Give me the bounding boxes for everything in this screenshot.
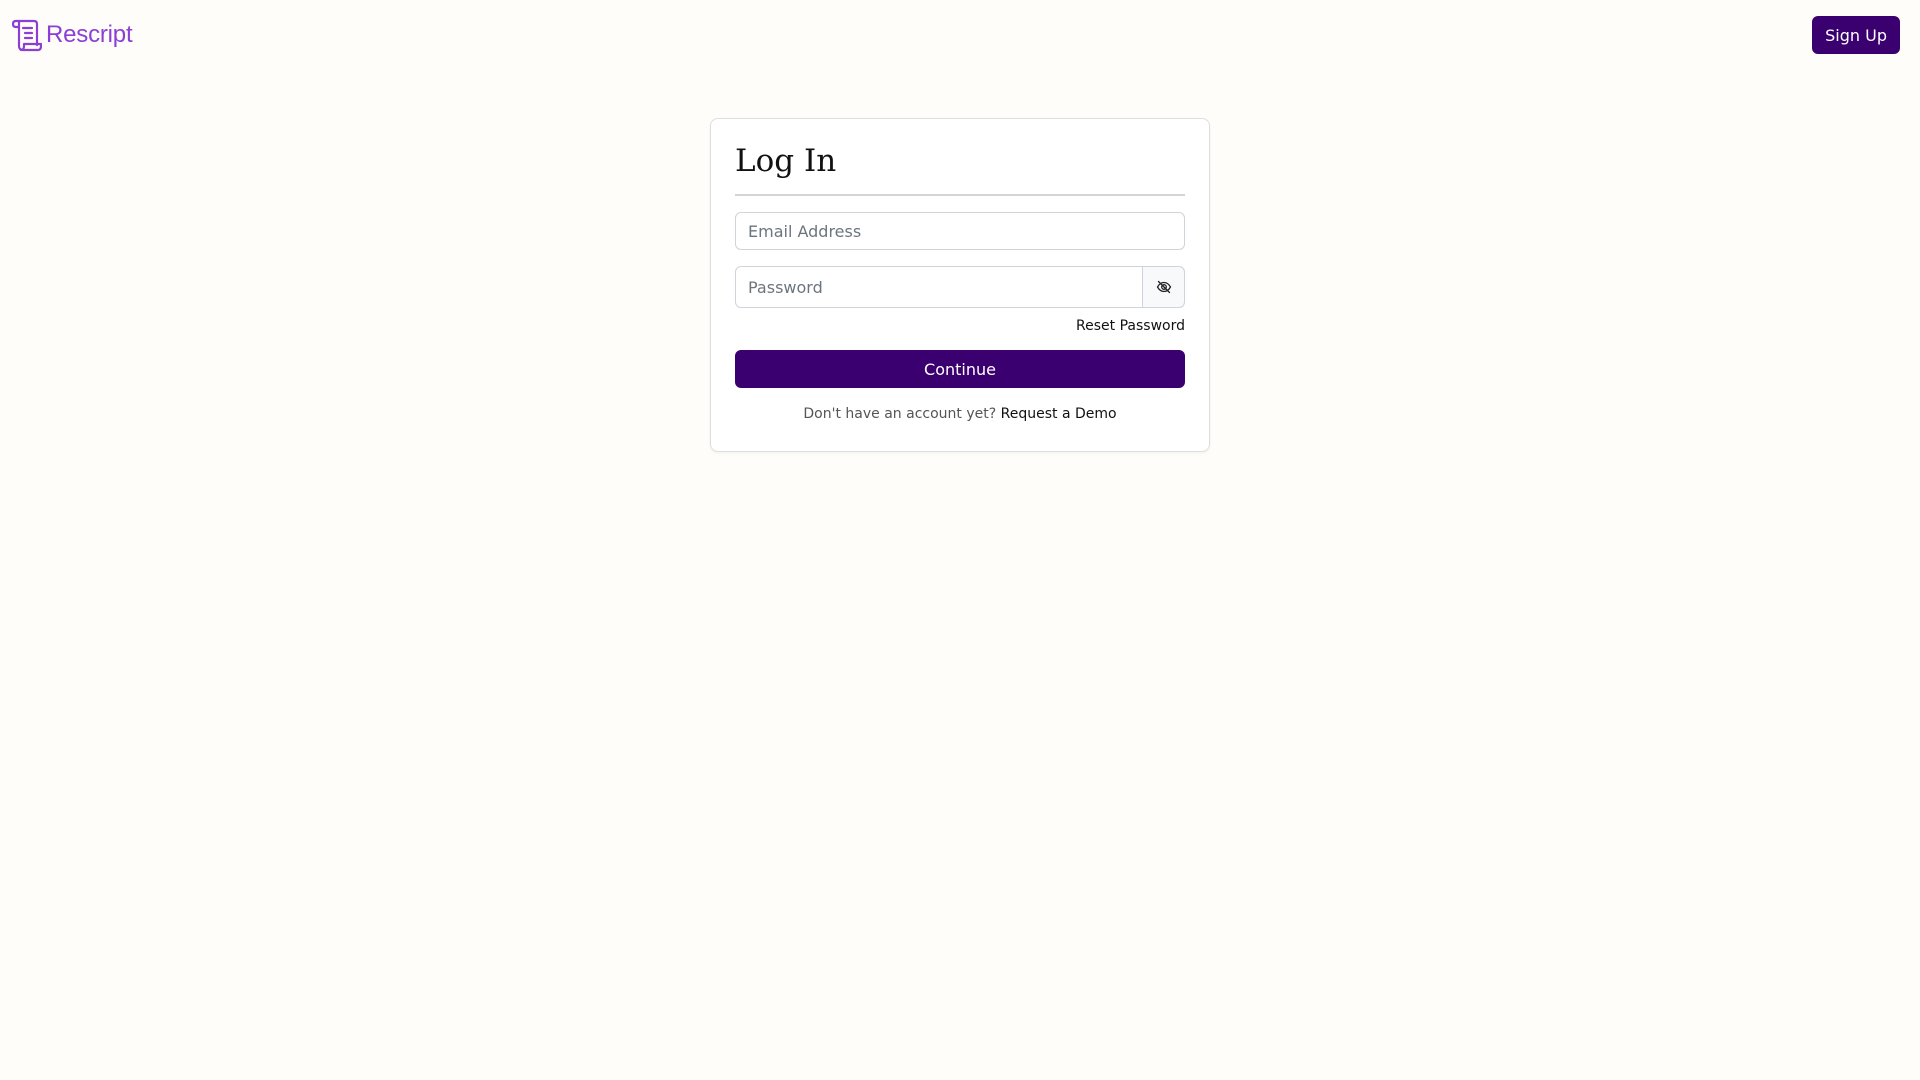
email-input[interactable] <box>735 212 1185 251</box>
reset-password-row: Reset Password <box>735 315 1185 335</box>
password-group <box>735 266 1185 309</box>
page-title: Log In <box>735 143 1185 197</box>
password-input[interactable] <box>735 266 1143 309</box>
no-account-text: Don't have an account yet? <box>803 406 997 423</box>
sign-up-button[interactable]: Sign Up <box>1812 16 1900 54</box>
reset-password-link[interactable]: Reset Password <box>1076 318 1185 334</box>
brand-logo-link[interactable]: Rescript <box>12 18 133 52</box>
request-demo-link[interactable]: Request a Demo <box>1001 406 1117 422</box>
signup-prompt: Don't have an account yet? Request a Dem… <box>735 406 1185 422</box>
continue-button[interactable]: Continue <box>735 350 1185 389</box>
brand-name: Rescript <box>46 21 133 48</box>
top-navbar: Rescript Sign Up <box>0 0 1920 70</box>
scroll-icon <box>12 19 42 52</box>
eye-slash-icon <box>1156 281 1171 294</box>
login-card: Log In Reset Password Continue Don't hav… <box>710 118 1210 452</box>
password-visibility-toggle[interactable] <box>1143 266 1185 309</box>
